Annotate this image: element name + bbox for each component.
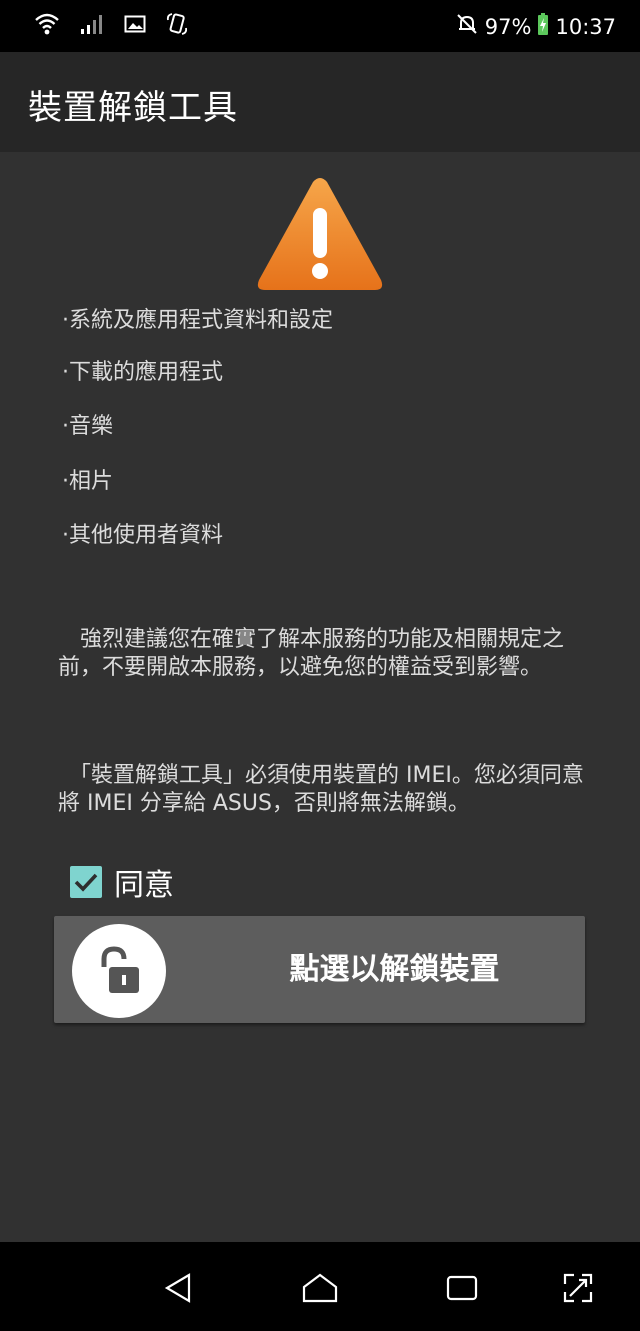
list-item: ·相片 [62, 469, 113, 494]
list-item: ·下載的應用程式 [62, 360, 223, 385]
imei-paragraph: 「裝置解鎖工具」必須使用裝置的 IMEI。您必須同意將 IMEI 分享給 ASU… [58, 763, 584, 816]
list-item: ·音樂 [62, 414, 113, 439]
status-icons-right: 97% 10:37 [455, 12, 616, 41]
check-icon [74, 873, 98, 892]
warning-paragraph: 強烈建議您在確實了解本服務的功能及相關規定之前，不要開啟本服務，以避免您的權益受… [58, 627, 565, 680]
unlock-icon [72, 924, 166, 1018]
battery-percent: 97% [484, 14, 532, 39]
agree-label[interactable]: 同意 [114, 860, 174, 904]
agree-checkbox-row[interactable]: 同意 [70, 860, 174, 904]
wifi-icon [34, 12, 60, 36]
signal-icon [80, 13, 104, 35]
screenshot-expand-icon[interactable] [558, 1270, 598, 1306]
recents-icon[interactable] [442, 1270, 482, 1306]
image-icon [124, 14, 146, 34]
screen-rotate-icon [166, 12, 188, 36]
home-icon[interactable] [300, 1270, 340, 1306]
list-item: ·系統及應用程式資料和設定 [62, 308, 333, 333]
agree-checkbox[interactable] [70, 866, 102, 898]
clock: 10:37 [555, 14, 616, 39]
warning-icon [255, 176, 385, 294]
page-title: 裝置解鎖工具 [28, 88, 238, 128]
battery-charging-icon [537, 12, 549, 41]
unlock-button-label: 點選以解鎖裝置 [289, 952, 500, 987]
app-bar: 裝置解鎖工具 [0, 52, 640, 152]
back-icon[interactable] [158, 1270, 198, 1306]
main-content[interactable]: ·系統及應用程式資料和設定 ·下載的應用程式 ·音樂 ·相片 ·其他使用者資料 … [0, 152, 640, 1242]
status-icons-left [34, 12, 188, 36]
status-bar: 97% 10:37 [0, 0, 640, 52]
unlock-device-button[interactable]: 點選以解鎖裝置 [54, 916, 585, 1023]
list-item: ·其他使用者資料 [62, 523, 223, 548]
navigation-bar [0, 1242, 640, 1331]
mute-icon [455, 12, 479, 41]
